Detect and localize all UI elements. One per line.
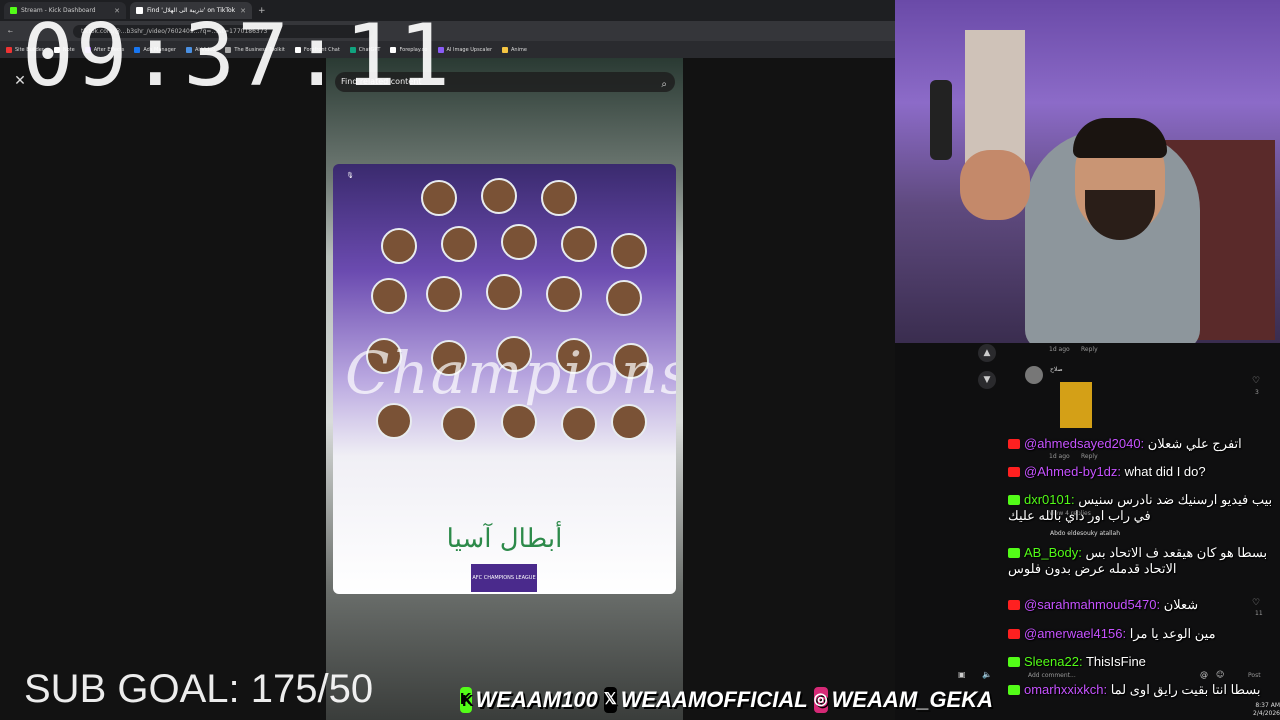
kick-handle: WEAAM100 <box>475 687 598 712</box>
bookmark-icon <box>502 46 509 53</box>
player-face <box>501 224 537 260</box>
captions-icon[interactable]: ▣ <box>958 670 966 679</box>
x-handle: WEAAMOFFICIAL <box>620 687 808 712</box>
sub-goal: SUB GOAL: 175/50 <box>24 667 374 711</box>
youtube-icon <box>1008 629 1020 639</box>
like-count: 3 <box>1255 389 1259 396</box>
heart-icon[interactable]: ♡ <box>1252 376 1260 386</box>
browser-window: Stream - Kick Dashboard ✕ Find 'تذريبة ا… <box>0 0 895 720</box>
back-icon[interactable]: ← <box>8 28 13 35</box>
player-face <box>381 228 417 264</box>
player-face <box>376 403 412 439</box>
emoji-icon[interactable]: ☺ <box>1216 670 1224 679</box>
mention-icon[interactable]: @ <box>1200 670 1208 679</box>
add-comment-field[interactable]: Add comment... <box>1028 672 1076 679</box>
kick-icon <box>1008 495 1020 505</box>
youtube-icon <box>1008 467 1020 477</box>
player-face <box>441 226 477 262</box>
player-face <box>611 233 647 269</box>
streamer-hand <box>960 150 1030 220</box>
chat-username: @sarahmahmoud5470: <box>1024 597 1161 612</box>
chat-username: @ahmedsayed2040: <box>1024 436 1145 451</box>
player-face <box>561 226 597 262</box>
chat-text: مين الوعد يا مرا <box>1129 626 1216 641</box>
chat-text: بسطا انتا بقيت رايق اوى لما <box>1110 682 1261 697</box>
kick-icon <box>1008 657 1020 667</box>
chevron-down-icon[interactable]: ▼ <box>978 371 996 389</box>
stream-clock: 09:37:11 <box>22 6 453 106</box>
player-face <box>421 180 457 216</box>
volume-icon[interactable]: 🔈 <box>982 670 992 679</box>
player-face <box>371 278 407 314</box>
kick-icon <box>1008 685 1020 695</box>
chat-message: AB_Body: بسطا هو كان هيقعد ف الاتحاد بس … <box>1008 545 1280 577</box>
chat-username: Sleena22: <box>1024 654 1083 669</box>
kick-icon <box>1008 548 1020 558</box>
player-face <box>486 274 522 310</box>
player-face <box>541 180 577 216</box>
chat-message: dxr0101: بيب فيديو ارسنيك ضد نادرس سنيس … <box>1008 492 1280 524</box>
poster-title: Champions <box>345 339 676 407</box>
chat-text: what did I do? <box>1124 464 1206 479</box>
chat-message: @ahmedsayed2040: اتفرج علي شعلان <box>1008 436 1280 452</box>
chevron-up-icon[interactable]: ▲ <box>978 344 996 362</box>
youtube-icon <box>1008 600 1020 610</box>
youtube-icon <box>1008 439 1020 449</box>
tray-date: 2/4/2026 <box>1253 710 1280 717</box>
chat-overlay: @ahmedsayed2040: اتفرج علي شعلان @Ahmed-… <box>1008 432 1280 698</box>
player-face <box>546 276 582 312</box>
chat-text: شعلان <box>1163 597 1199 612</box>
post-button[interactable]: Post <box>1248 672 1261 679</box>
player-face <box>426 276 462 312</box>
chat-message: @Ahmed-by1dz: what did I do? <box>1008 464 1280 480</box>
webcam-feed <box>895 0 1280 343</box>
player-face <box>611 404 647 440</box>
chat-username: AB_Body: <box>1024 545 1082 560</box>
kick-favicon-icon <box>10 7 17 14</box>
door-background <box>965 30 1025 170</box>
chat-username: @amerwael4156: <box>1024 626 1127 641</box>
poster-badge: AFC CHAMPIONS LEAGUE ELITE <box>471 564 537 592</box>
instagram-handle: WEAAM_GEKA <box>831 687 993 712</box>
stream-screen: Stream - Kick Dashboard ✕ Find 'تذريبة ا… <box>0 0 1280 720</box>
player-face <box>481 178 517 214</box>
poster-arabic-title: أبطال آسيا <box>446 524 563 554</box>
kick-icon: K <box>460 687 472 713</box>
player-face <box>441 406 477 442</box>
avatar[interactable] <box>1025 366 1043 384</box>
chat-message: @sarahmahmoud5470: شعلان <box>1008 597 1280 613</box>
x-icon: 𝕏 <box>603 687 617 713</box>
social-bar: K WEAAM100 𝕏 WEAAMOFFICIAL ◎ WEAAM_GEKA <box>460 684 993 716</box>
chat-message: omarhxxixkch: بسطا انتا بقيت رايق اوى لم… <box>1008 682 1280 698</box>
chat-username: @Ahmed-by1dz: <box>1024 464 1122 479</box>
chat-username: dxr0101: <box>1024 492 1075 507</box>
chat-message: @amerwael4156: مين الوعد يا مرا <box>1008 626 1280 642</box>
chat-username: omarhxxixkch: <box>1024 682 1108 697</box>
comment-controls: ▣ 🔈 Add comment... @ ☺ Post <box>958 668 1280 684</box>
system-tray: 8:37 AM 2/4/2026 <box>1140 702 1280 718</box>
video-poster: 🎙 Champions أبطال آسيا AFC CHAMPIONS LEA… <box>333 164 676 594</box>
tray-time: 8:37 AM <box>1255 702 1280 709</box>
player-face <box>606 280 642 316</box>
comment-username[interactable]: صلاح <box>1050 366 1063 373</box>
instagram-icon: ◎ <box>813 687 828 713</box>
search-icon[interactable]: ⌕ <box>661 75 667 95</box>
comment-image[interactable] <box>1060 382 1092 428</box>
comment-time: 1d ago <box>1049 346 1070 353</box>
bookmark-icon <box>6 46 12 53</box>
streamer-hair <box>1073 118 1167 158</box>
player-face <box>501 404 537 440</box>
player-face <box>561 406 597 442</box>
bookmark-item[interactable]: Anime <box>502 46 527 53</box>
chat-text: اتفرج علي شعلان <box>1147 436 1242 451</box>
bottle-prop <box>930 80 952 160</box>
chat-text: ThisIsFine <box>1085 654 1146 669</box>
reply-link[interactable]: Reply <box>1081 346 1098 353</box>
